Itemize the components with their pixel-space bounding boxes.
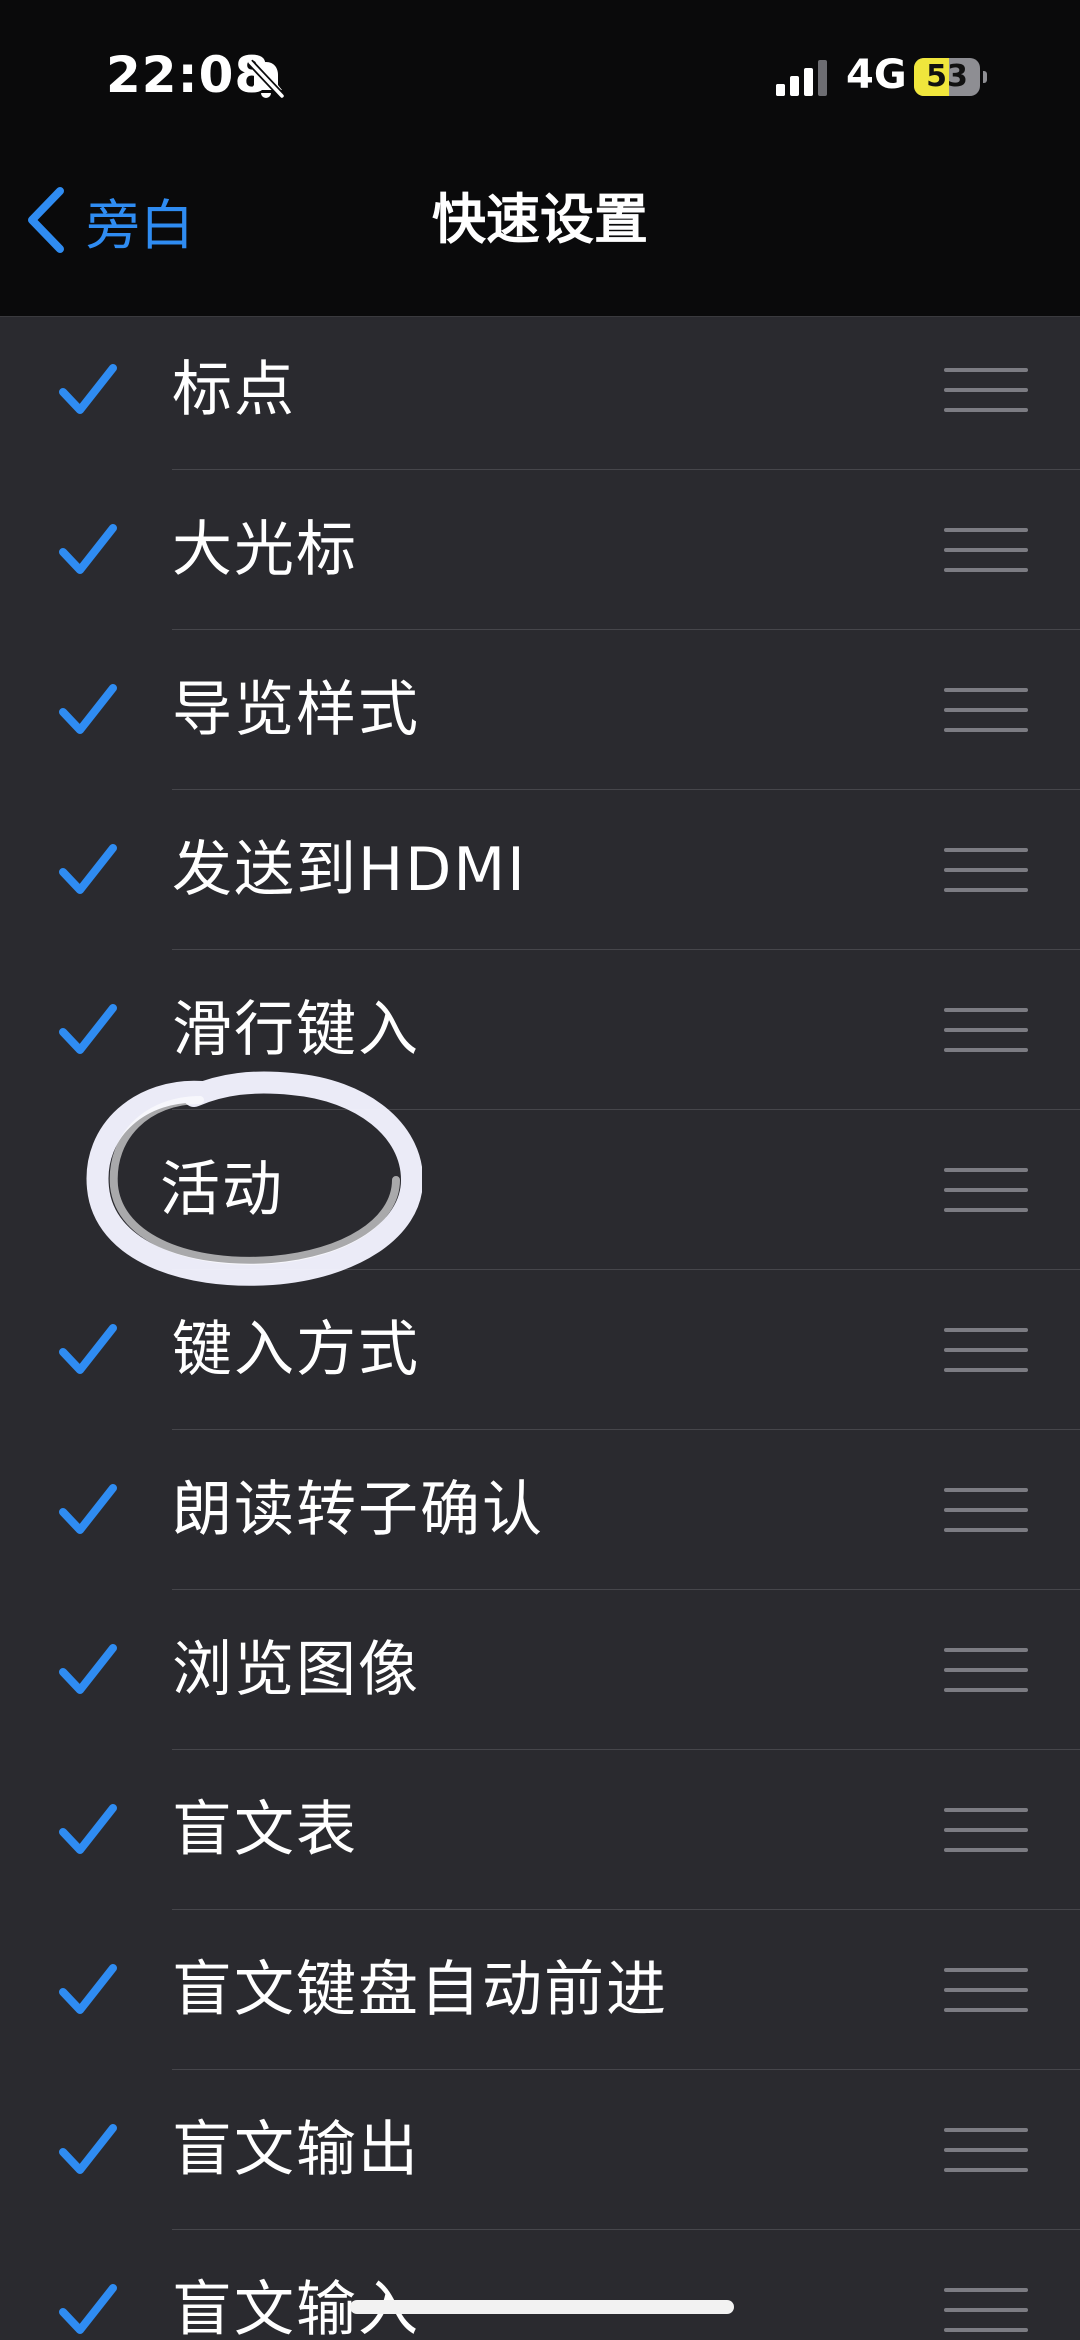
checkmark-icon xyxy=(59,1964,117,2014)
checkmark-icon xyxy=(59,1004,117,1054)
reorder-handle-icon[interactable] xyxy=(944,1008,1028,1052)
list-item[interactable]: 盲文输入 xyxy=(0,2230,1080,2340)
checkmark-icon xyxy=(59,1644,117,1694)
list-item-label: 盲文键盘自动前进 xyxy=(172,1955,668,2025)
checkmark-icon xyxy=(59,1324,117,1374)
battery-indicator: 53 xyxy=(914,58,987,98)
list-item[interactable]: 朗读转子确认 xyxy=(0,1430,1080,1590)
checkmark-icon xyxy=(59,1804,117,1854)
list-item-label: 标点 xyxy=(172,355,296,425)
list-item-label: 朗读转子确认 xyxy=(172,1475,544,1545)
list-item[interactable]: 发送到HDMI xyxy=(0,790,1080,950)
list-item-label: 发送到HDMI xyxy=(172,835,527,905)
list-item[interactable]: 大光标 xyxy=(0,470,1080,630)
list-item-label: 浏览图像 xyxy=(172,1635,420,1705)
checkmark-icon xyxy=(59,364,117,414)
status-bar: 22:08 4G 53 xyxy=(0,0,1080,160)
cellular-signal-icon xyxy=(776,60,827,96)
list-item[interactable]: 浏览图像 xyxy=(0,1590,1080,1750)
list-item[interactable]: 导览样式 xyxy=(0,630,1080,790)
chevron-left-icon xyxy=(28,187,64,253)
back-label: 旁白 xyxy=(86,193,194,257)
reorder-handle-icon[interactable] xyxy=(944,528,1028,572)
checkmark-icon xyxy=(59,2284,117,2334)
list-item-label: 盲文输入 xyxy=(172,2275,420,2340)
bell-slash-icon xyxy=(247,59,285,99)
list-item[interactable]: 盲文键盘自动前进 xyxy=(0,1910,1080,2070)
list-item[interactable]: 标点 xyxy=(0,317,1080,470)
reorder-handle-icon[interactable] xyxy=(944,848,1028,892)
checkmark-icon xyxy=(59,524,117,574)
list-item-label: 盲文表 xyxy=(172,1795,358,1865)
reorder-handle-icon[interactable] xyxy=(944,2128,1028,2172)
checkmark-icon xyxy=(59,684,117,734)
reorder-handle-icon[interactable] xyxy=(944,1168,1028,1212)
list-item-label: 键入方式 xyxy=(172,1315,420,1385)
list-item-label: 盲文输出 xyxy=(172,2115,420,2185)
reorder-handle-icon[interactable] xyxy=(944,688,1028,732)
list-item[interactable]: 键入方式 xyxy=(0,1270,1080,1430)
reorder-handle-icon[interactable] xyxy=(944,1808,1028,1852)
hand-drawn-annotation-circle xyxy=(86,1071,422,1286)
list-item-label: 大光标 xyxy=(172,515,358,585)
home-indicator[interactable] xyxy=(350,2300,734,2314)
reorder-handle-icon[interactable] xyxy=(944,1648,1028,1692)
list-item[interactable]: 盲文表 xyxy=(0,1750,1080,1910)
back-button[interactable]: 旁白 xyxy=(22,160,194,280)
navigation-bar: 旁白 快速设置 xyxy=(0,160,1080,280)
battery-body: 53 xyxy=(914,58,980,96)
reorder-handle-icon[interactable] xyxy=(944,368,1028,412)
reorder-handle-icon[interactable] xyxy=(944,1328,1028,1372)
reorder-handle-icon[interactable] xyxy=(944,1968,1028,2012)
reorder-handle-icon[interactable] xyxy=(944,2288,1028,2332)
checkmark-icon xyxy=(59,1484,117,1534)
quick-settings-list: 标点 大光标 导览样式 发送到HDMI 滑行键入 活动 键入方式 朗读转子确认 浏览图像 盲文表盲… xyxy=(0,317,1080,2340)
list-item[interactable]: 盲文输出 xyxy=(0,2070,1080,2230)
battery-level: 53 xyxy=(926,59,968,94)
list-item-label: 导览样式 xyxy=(172,675,420,745)
checkmark-icon xyxy=(59,2124,117,2174)
network-type: 4G xyxy=(846,52,907,98)
reorder-handle-icon[interactable] xyxy=(944,1488,1028,1532)
top-bar: 22:08 4G 53 旁白 快速设置 xyxy=(0,0,1080,317)
battery-tip xyxy=(983,71,987,83)
checkmark-icon xyxy=(59,844,117,894)
